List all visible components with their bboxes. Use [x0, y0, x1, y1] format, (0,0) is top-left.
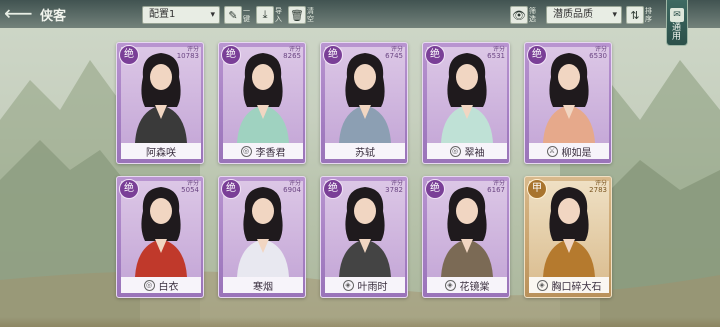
rank-badge: 绝: [221, 45, 241, 65]
character-namebar: ⚔ 柳如是: [529, 143, 609, 159]
character-namebar: ◎ 白衣: [121, 277, 201, 293]
character-namebar: 寒烟: [223, 277, 303, 293]
swirl-school-icon: ◎: [143, 279, 155, 291]
score-display: 评分 2783: [589, 180, 607, 194]
sort-icon: ⇅: [626, 6, 644, 24]
score-value: 6167: [487, 186, 505, 194]
rank-badge: 绝: [119, 45, 139, 65]
page-title: 侠客: [40, 9, 67, 24]
rank-badge: 绝: [323, 179, 343, 199]
score-value: 5054: [181, 186, 199, 194]
character-name: 胸口碎大石: [551, 281, 602, 293]
filter-label: 筛选: [529, 7, 536, 23]
character-namebar: ◈ 花镜棠: [427, 277, 507, 293]
character-card[interactable]: 绝 评分 6531 ◎ 翠袖: [422, 42, 510, 164]
character-namebar: 阿森咲: [121, 143, 201, 159]
rank-badge: 甲: [527, 179, 547, 199]
chevron-down-icon: ▾: [612, 10, 617, 20]
character-namebar: 苏轼: [325, 143, 405, 159]
score-display: 评分 5054: [181, 180, 199, 194]
general-tab-label: 通用: [672, 23, 682, 42]
rank-badge: 绝: [119, 179, 139, 199]
character-namebar: ◈ 叶雨时: [325, 277, 405, 293]
clear-button[interactable]: 🗑 清空: [288, 5, 316, 25]
character-namebar: ◎ 翠袖: [427, 143, 507, 159]
character-name: 李香君: [255, 147, 286, 159]
character-card[interactable]: 绝 评分 8265 ◎ 李香君: [218, 42, 306, 164]
character-name: 白衣: [158, 281, 179, 293]
character-card[interactable]: 绝 评分 6167 ◈ 花镜棠: [422, 176, 510, 298]
character-card[interactable]: 绝 评分 3782 ◈ 叶雨时: [320, 176, 408, 298]
score-value: 6531: [487, 52, 505, 60]
score-display: 评分 6167: [487, 180, 505, 194]
character-card[interactable]: 绝 评分 10783 阿森咲: [116, 42, 204, 164]
character-namebar: ◈ 胸口碎大石: [529, 277, 609, 293]
score-value: 8265: [283, 52, 301, 60]
swirl-school-icon: ◎: [240, 145, 252, 157]
shield-school-icon: ◈: [342, 279, 354, 291]
character-name: 翠袖: [464, 147, 485, 159]
rank-badge: 绝: [221, 179, 241, 199]
score-value: 6530: [589, 52, 607, 60]
scroll-icon: ✉: [670, 8, 684, 22]
score-display: 评分 6745: [385, 46, 403, 60]
character-name: 苏轼: [355, 147, 375, 159]
rank-badge: 绝: [425, 45, 445, 65]
filter-button[interactable]: 👁 筛选: [510, 5, 538, 25]
score-value: 3782: [385, 186, 403, 194]
score-display: 评分 10783: [177, 46, 199, 60]
back-arrow-icon[interactable]: ⟵: [4, 3, 33, 25]
quality-select[interactable]: 潜质品质 ▾: [546, 6, 622, 24]
character-card[interactable]: 绝 评分 6904 寒烟: [218, 176, 306, 298]
score-display: 评分 6531: [487, 46, 505, 60]
quality-select-value: 潜质品质: [553, 9, 593, 20]
character-name: 寒烟: [253, 281, 273, 293]
character-card[interactable]: 绝 评分 6745 苏轼: [320, 42, 408, 164]
sword-school-icon: ⚔: [546, 145, 558, 157]
character-name: 叶雨时: [357, 281, 388, 293]
paint-button[interactable]: ✎ 一键: [224, 5, 252, 25]
rank-badge: 绝: [323, 45, 343, 65]
shield-school-icon: ◈: [536, 279, 548, 291]
score-value: 10783: [176, 52, 199, 60]
brush-icon: ✎: [224, 6, 242, 24]
sort-button[interactable]: ⇅ 排序: [626, 5, 654, 25]
character-name: 阿森咲: [146, 147, 176, 159]
score-display: 评分 3782: [385, 180, 403, 194]
bottom-strip: [0, 317, 720, 327]
shield-school-icon: ◈: [444, 279, 456, 291]
score-display: 评分 6904: [283, 180, 301, 194]
clear-label: 清空: [307, 7, 314, 23]
top-bar: ⟵ 侠客 配置1 ▾ ✎ 一键 ⤓ 导入 🗑 清空 👁 筛选 潜质品质 ▾ ⇅ …: [0, 0, 720, 28]
download-icon: ⤓: [256, 6, 274, 24]
score-value: 6904: [283, 186, 301, 194]
swirl-school-icon: ◎: [449, 145, 461, 157]
score-value: 6745: [385, 52, 403, 60]
import-label: 导入: [275, 7, 282, 23]
character-namebar: ◎ 李香君: [223, 143, 303, 159]
preset-select[interactable]: 配置1 ▾: [142, 6, 220, 24]
character-name: 柳如是: [561, 147, 592, 159]
character-card[interactable]: 绝 评分 5054 ◎ 白衣: [116, 176, 204, 298]
import-button[interactable]: ⤓ 导入: [256, 5, 284, 25]
rank-badge: 绝: [527, 45, 547, 65]
character-card[interactable]: 绝 评分 6530 ⚔ 柳如是: [524, 42, 612, 164]
paint-label: 一键: [243, 7, 250, 23]
score-display: 评分 6530: [589, 46, 607, 60]
rank-badge: 绝: [425, 179, 445, 199]
score-display: 评分 8265: [283, 46, 301, 60]
score-value: 2783: [589, 186, 607, 194]
character-name: 花镜棠: [459, 281, 490, 293]
eye-icon: 👁: [510, 6, 528, 24]
sort-label: 排序: [645, 7, 652, 23]
preset-select-value: 配置1: [149, 9, 176, 20]
general-tab[interactable]: ✉ 通用: [666, 0, 688, 46]
chevron-down-icon: ▾: [210, 10, 215, 20]
character-card[interactable]: 甲 评分 2783 ◈ 胸口碎大石: [524, 176, 612, 298]
trash-icon: 🗑: [288, 6, 306, 24]
